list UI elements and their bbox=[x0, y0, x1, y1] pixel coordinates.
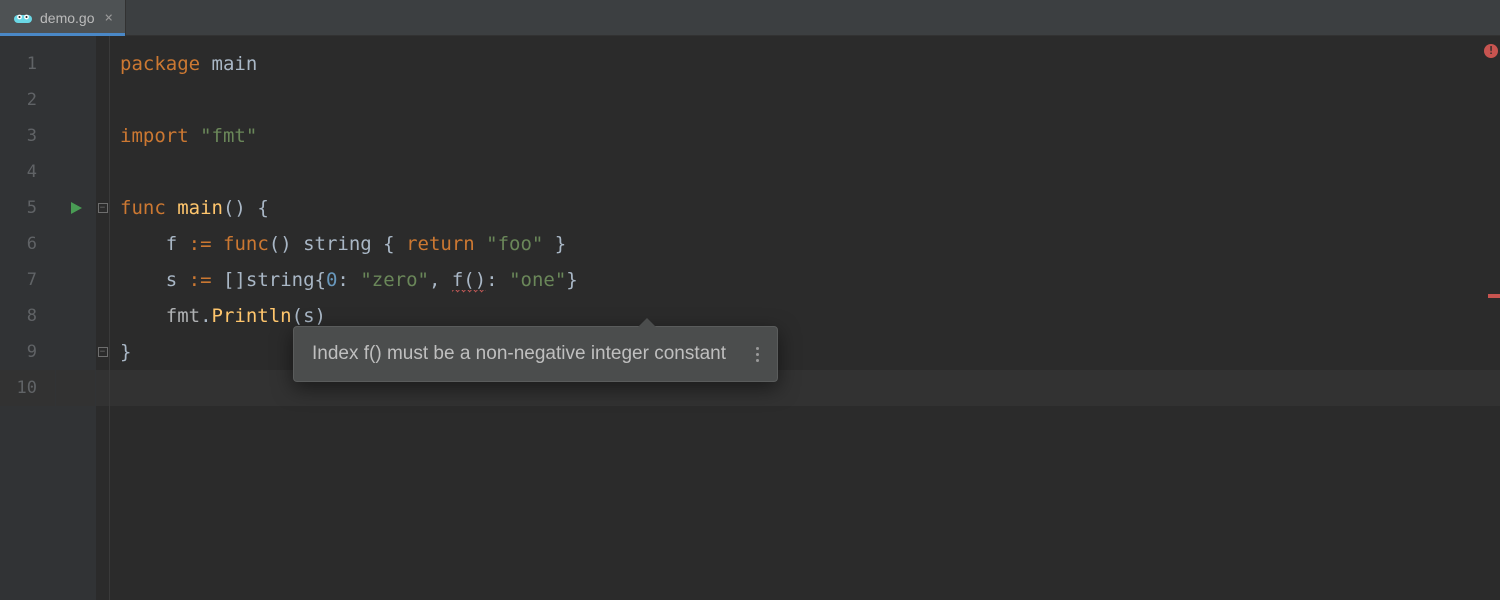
file-tab-label: demo.go bbox=[40, 10, 94, 26]
code-line[interactable]: s := []string{0: "zero", f(): "one"} bbox=[110, 262, 1500, 298]
close-tab-icon[interactable]: × bbox=[102, 10, 114, 26]
error-span[interactable]: f() bbox=[452, 269, 486, 293]
editor-tab-bar: demo.go × bbox=[0, 0, 1500, 36]
line-number-gutter: 1 2 3 4 5 6 7 8 9 10 bbox=[0, 36, 56, 600]
line-number: 8 bbox=[0, 298, 55, 334]
code-line[interactable]: package main bbox=[110, 46, 1500, 82]
fold-gutter: − − bbox=[96, 36, 110, 600]
line-number: 4 bbox=[0, 154, 55, 190]
run-gutter-icon[interactable] bbox=[69, 201, 83, 215]
code-area[interactable]: package main import "fmt" func main() { … bbox=[110, 36, 1500, 600]
run-gutter bbox=[56, 36, 96, 600]
code-line[interactable]: import "fmt" bbox=[110, 118, 1500, 154]
line-number: 3 bbox=[0, 118, 55, 154]
code-line[interactable]: f := func() string { return "foo" } bbox=[110, 226, 1500, 262]
line-number: 5 bbox=[0, 190, 55, 226]
line-number: 6 bbox=[0, 226, 55, 262]
fold-toggle-icon[interactable]: − bbox=[98, 203, 108, 213]
line-number: 9 bbox=[0, 334, 55, 370]
error-marker[interactable] bbox=[1488, 294, 1500, 298]
go-file-icon bbox=[14, 11, 32, 25]
fold-toggle-icon[interactable]: − bbox=[98, 347, 108, 357]
code-line[interactable] bbox=[110, 154, 1500, 190]
code-line[interactable]: func main() { bbox=[110, 190, 1500, 226]
line-number: 10 bbox=[0, 370, 55, 406]
code-line[interactable] bbox=[110, 82, 1500, 118]
line-number: 7 bbox=[0, 262, 55, 298]
error-tooltip-text: Index f() must be a non-negative integer… bbox=[312, 343, 726, 365]
error-stripe-bar[interactable]: ! bbox=[1486, 36, 1500, 600]
error-tooltip: Index f() must be a non-negative integer… bbox=[293, 326, 778, 382]
tooltip-actions-icon[interactable] bbox=[750, 341, 765, 368]
line-number: 2 bbox=[0, 82, 55, 118]
code-editor[interactable]: 1 2 3 4 5 6 7 8 9 10 − bbox=[0, 36, 1500, 600]
inspection-status-icon[interactable]: ! bbox=[1484, 44, 1498, 58]
file-tab-demo-go[interactable]: demo.go × bbox=[0, 0, 126, 35]
line-number: 1 bbox=[0, 46, 55, 82]
